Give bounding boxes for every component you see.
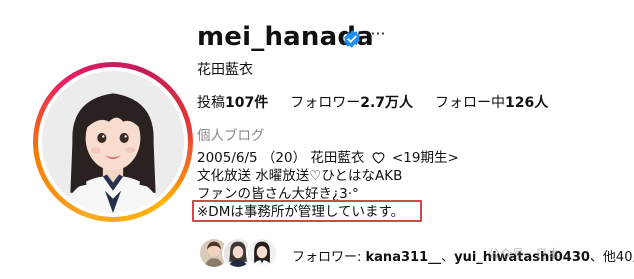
highlight-annotation-box xyxy=(192,200,422,222)
full-name: 花田藍衣 xyxy=(197,62,253,78)
bio-line-2: 文化放送 水曜放送♡ひとはなAKB xyxy=(197,168,403,184)
posts-value: 107件 xyxy=(225,95,269,111)
follower-link-1[interactable]: kana311__ xyxy=(366,250,442,265)
story-ring[interactable] xyxy=(33,62,193,222)
bio-line-1: 2005/6/5 （20） 花田藍衣 <19期生> xyxy=(197,149,459,167)
follower-avatar xyxy=(246,237,278,269)
followed-by-separator: 、 xyxy=(441,250,455,265)
followers-link[interactable]: フォロワー2.7万人 xyxy=(290,92,413,112)
followers-value: 2.7万人 xyxy=(360,95,414,111)
profile-category: 個人ブログ xyxy=(197,128,265,144)
followed-by-prefix: フォロワー: xyxy=(292,250,366,265)
followed-by-avatars[interactable] xyxy=(198,237,278,269)
watermark: 公众号 · 日本 xyxy=(488,247,560,261)
bio-line-1-generation: <19期生> xyxy=(392,150,459,166)
avatar-border xyxy=(38,67,188,217)
following-value: 126人 xyxy=(505,95,549,111)
heart-outline-icon xyxy=(372,152,385,164)
posts-count: 投稿107件 xyxy=(197,92,268,112)
following-label: フォロー中 xyxy=(435,95,506,111)
followed-by-suffix: 、他40人 xyxy=(589,250,634,265)
posts-label: 投稿 xyxy=(197,95,225,111)
followers-label: フォロワー xyxy=(290,95,361,111)
more-options-button[interactable]: ··· xyxy=(368,26,388,46)
followed-by-text: フォロワー: kana311__、yui_hiwatashi0430、他40人 xyxy=(292,246,634,265)
profile-avatar[interactable] xyxy=(42,71,184,213)
profile-photo xyxy=(42,71,184,213)
verified-badge-icon xyxy=(344,30,360,48)
follower-photo xyxy=(248,239,276,267)
bio-line-1-text: 2005/6/5 （20） 花田藍衣 xyxy=(197,150,365,166)
profile-stats: 投稿107件 フォロワー2.7万人 フォロー中126人 xyxy=(197,92,548,112)
following-link[interactable]: フォロー中126人 xyxy=(435,92,548,112)
more-options-icon: ··· xyxy=(370,24,386,43)
